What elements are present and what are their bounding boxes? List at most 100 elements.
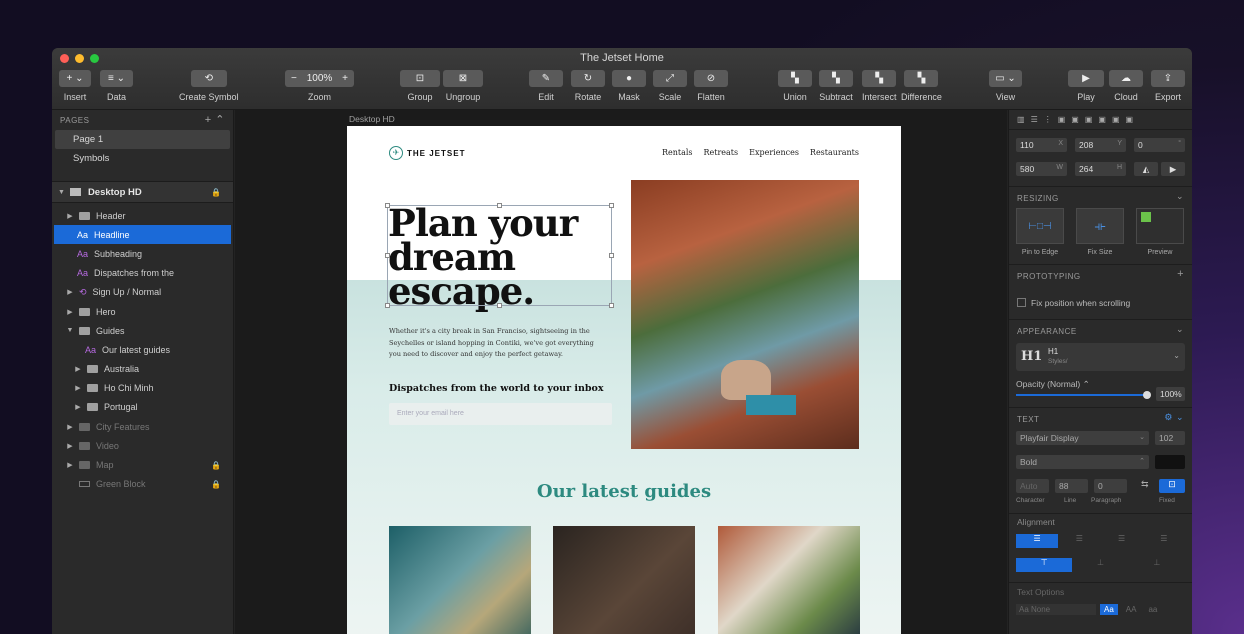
align-left-icon[interactable]: ▣ [1058, 115, 1066, 124]
x-field[interactable]: 110 X [1016, 138, 1067, 152]
character-field[interactable]: Auto [1016, 479, 1049, 493]
nav-experiences[interactable]: Experiences [749, 148, 799, 157]
opacity-slider[interactable] [1016, 391, 1151, 399]
subtract-button[interactable]: ▚ Subtract [819, 70, 853, 102]
paragraph-field[interactable]: 0 [1094, 479, 1127, 493]
text-style-picker[interactable]: H1 H1 Styles/ ⌄ [1016, 343, 1185, 371]
pin-to-edge-icon[interactable]: ⊢□⊣ [1016, 208, 1064, 244]
font-size-field[interactable]: 102 [1155, 431, 1185, 445]
intersect-button[interactable]: ▚ Intersect [862, 70, 897, 102]
distribute-icon[interactable]: ☰ [1031, 115, 1038, 124]
create-symbol-button[interactable]: ⟲ Create Symbol [179, 70, 239, 102]
flip-vertical-button[interactable]: ▶ [1161, 162, 1185, 176]
layer-australia[interactable]: ▶ Australia [52, 360, 233, 379]
layer-portugal[interactable]: ▶ Portugal [52, 398, 233, 417]
layer-sign-up[interactable]: ▶ ⟲ Sign Up / Normal [52, 283, 233, 302]
nav-retreats[interactable]: Retreats [704, 148, 739, 157]
group-button[interactable]: ⊡ Group [400, 70, 440, 102]
align-center-icon[interactable]: ▣ [1071, 115, 1079, 124]
add-page-icon[interactable]: + ⌃ [205, 113, 225, 126]
layer-map[interactable]: ▶ Map 🔒 [52, 455, 233, 474]
mask-button[interactable]: ● Mask [612, 70, 646, 102]
fix-position-checkbox[interactable] [1017, 298, 1026, 307]
layer-headline[interactable]: Aa Headline [54, 225, 231, 245]
text-decoration-select[interactable]: Aa None [1016, 604, 1096, 615]
ungroup-button[interactable]: ⊠ Ungroup [443, 70, 483, 102]
subtract-icon: ▚ [819, 70, 853, 87]
gear-icon[interactable]: ⚙ ⌄ [1164, 412, 1184, 423]
distribute-icon[interactable]: ▥ [1017, 115, 1025, 124]
layer-ho-chi-minh[interactable]: ▶ Ho Chi Minh [52, 379, 233, 398]
fixed-size-icon[interactable]: ⊡ [1159, 479, 1185, 493]
text-layer-icon: Aa [77, 229, 89, 240]
height-field[interactable]: 264 H [1075, 162, 1126, 176]
nav-restaurants[interactable]: Restaurants [810, 148, 859, 157]
play-button[interactable]: ▶ Play [1068, 70, 1104, 102]
zoom-control[interactable]: −100% + Zoom [285, 70, 354, 102]
rotate-button[interactable]: ↻ Rotate [571, 70, 605, 102]
align-top-icon[interactable]: ▣ [1098, 115, 1106, 124]
rotate-icon: ↻ [571, 70, 605, 87]
lock-icon[interactable]: 🔒 [211, 188, 221, 197]
align-middle-icon[interactable]: ⊥ [1072, 558, 1128, 572]
artboard[interactable]: ✈ THE JETSET Rentals Retreats Experience… [347, 126, 901, 634]
align-center-icon[interactable]: ☰ [1058, 534, 1100, 548]
align-bottom-icon[interactable]: ⊥ [1129, 558, 1185, 572]
artboard-desktop-hd[interactable]: ▼ Desktop HD 🔒 [52, 181, 233, 203]
layer-dispatches[interactable]: Aa Dispatches from the [52, 264, 233, 283]
y-field[interactable]: 208 Y [1075, 138, 1126, 152]
align-left-icon[interactable]: ☰ [1016, 534, 1059, 548]
layer-city-features[interactable]: ▶ City Features [52, 417, 233, 436]
flatten-icon: ⊘ [694, 70, 728, 87]
cloud-button[interactable]: ☁ Cloud [1109, 70, 1143, 102]
text-layer-icon: Aa [85, 344, 97, 355]
layer-header[interactable]: ▶ Header [52, 206, 233, 225]
edit-button[interactable]: ✎ Edit [529, 70, 563, 102]
resizing-preview [1136, 208, 1184, 244]
union-button[interactable]: ▚ Union [778, 70, 812, 102]
layer-hero[interactable]: ▶ Hero [52, 302, 233, 321]
font-weight-select[interactable]: Bold ⌃ [1016, 455, 1149, 469]
export-button[interactable]: ⇪ Export [1151, 70, 1185, 102]
layer-green-block[interactable]: Green Block 🔒 [52, 475, 233, 494]
fix-position-option[interactable]: Fix position when scrolling [1009, 286, 1192, 319]
case-lower-button[interactable]: aa [1144, 604, 1161, 615]
fix-size-icon[interactable]: ⟛ [1076, 208, 1124, 244]
align-middle-icon[interactable]: ▣ [1112, 115, 1120, 124]
font-family-select[interactable]: Playfair Display ⌄ [1016, 431, 1149, 445]
page-item-page-1[interactable]: Page 1 [55, 130, 230, 149]
layer-video[interactable]: ▶ Video [52, 436, 233, 455]
align-right-icon[interactable]: ▣ [1085, 115, 1093, 124]
page-item-symbols[interactable]: Symbols [55, 149, 230, 168]
rotation-field[interactable]: 0 ° [1134, 138, 1185, 152]
line-height-field[interactable]: 88 [1055, 479, 1088, 493]
text-color-swatch[interactable] [1155, 455, 1185, 469]
layer-our-latest-guides[interactable]: Aa Our latest guides [52, 340, 233, 359]
appearance-header: APPEARANCE ⌄ [1009, 319, 1192, 341]
mask-icon: ● [612, 70, 646, 87]
case-upper-button[interactable]: AA [1122, 604, 1141, 615]
auto-width-icon[interactable]: ⇆ [1141, 479, 1149, 490]
align-top-icon[interactable]: ⊤ [1016, 558, 1073, 572]
insert-button[interactable]: + ⌄ Insert [59, 70, 91, 102]
flip-horizontal-button[interactable]: ◭ [1134, 162, 1158, 176]
nav-rentals[interactable]: Rentals [662, 148, 693, 157]
artboard-label[interactable]: Desktop HD [349, 114, 395, 124]
view-button[interactable]: ▭ ⌄ View [989, 70, 1022, 102]
align-right-icon[interactable]: ☰ [1101, 534, 1143, 548]
symbol-icon: ⟲ [79, 286, 87, 297]
flatten-button[interactable]: ⊘ Flatten [694, 70, 728, 102]
width-field[interactable]: 580 W [1016, 162, 1067, 176]
zoom-out-icon: − [291, 73, 297, 84]
add-interaction-icon[interactable]: + [1177, 268, 1184, 280]
difference-button[interactable]: ▚ Difference [901, 70, 942, 102]
data-button[interactable]: ≡ ⌄ Data [100, 70, 133, 102]
case-normal-button[interactable]: Aa [1100, 604, 1118, 615]
justify-icon[interactable]: ☰ [1143, 534, 1185, 548]
scale-button[interactable]: ⤢ Scale [653, 70, 687, 102]
layer-guides[interactable]: ▼ Guides [52, 321, 233, 340]
layer-subheading[interactable]: Aa Subheading [52, 244, 233, 263]
align-bottom-icon[interactable]: ▣ [1126, 115, 1134, 124]
canvas[interactable]: Desktop HD ✈ THE JETSET Rentals Retreats… [235, 110, 1007, 634]
opacity-field[interactable]: 100% [1156, 387, 1185, 401]
